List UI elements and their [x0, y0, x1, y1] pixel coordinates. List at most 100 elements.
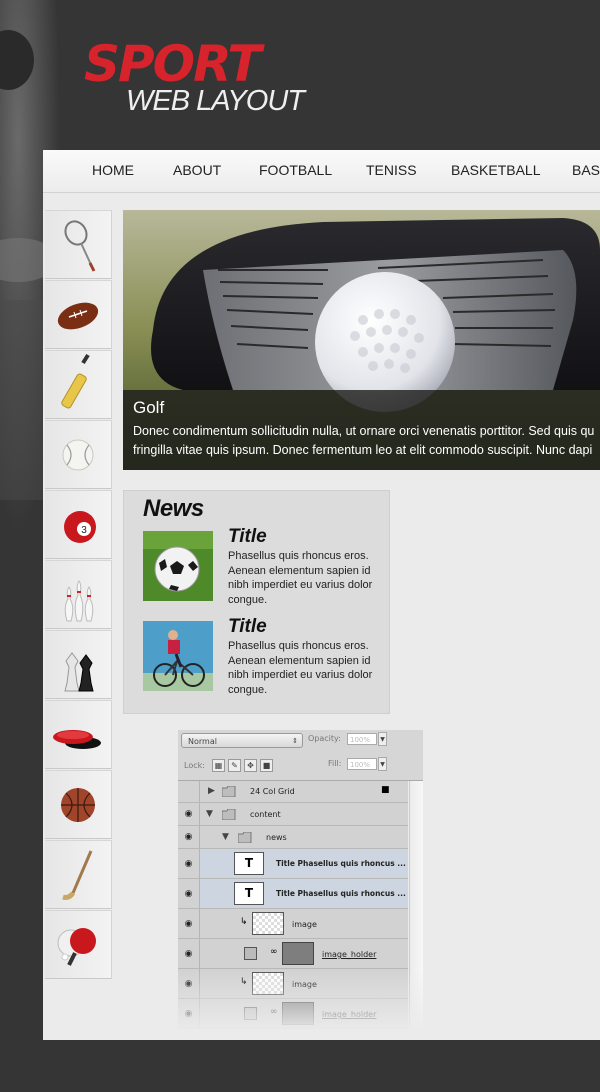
layer-name: image_holder [322, 950, 377, 959]
folder-icon [238, 832, 252, 843]
layer-row[interactable]: ▶ 24 Col Grid ■ [178, 781, 408, 803]
badminton-racket-icon [64, 220, 96, 272]
baseball-icon [62, 439, 94, 471]
layer-name: content [250, 810, 281, 819]
layer-name: news [266, 833, 287, 842]
folder-icon [222, 809, 236, 820]
svg-text:3: 3 [81, 525, 87, 536]
american-football-icon [57, 302, 99, 330]
fill-label: Fill: [328, 759, 342, 768]
fill-dropdown-icon[interactable]: ▼ [378, 757, 387, 771]
lock-all-icon[interactable]: ■ [260, 759, 273, 772]
billiard-ball-icon: 3 [64, 511, 96, 543]
eye-icon[interactable]: ◉ [178, 803, 200, 825]
layers-panel: Normal ⇕ Opacity: 100% ▼ Lock: ▦ ✎ ✥ ■ F… [178, 730, 423, 1030]
sport-ping-pong[interactable] [45, 910, 112, 979]
layer-row[interactable]: ◉ ↳ image [178, 909, 408, 939]
lock-icon: ■ [381, 785, 390, 795]
hero-description-line-1: Donec condimentum sollicitudin nulla, ut… [133, 424, 595, 438]
opacity-label: Opacity: [308, 734, 341, 743]
layer-row[interactable]: ◉ ▼ content [178, 803, 408, 826]
visibility-toggle-off[interactable] [178, 781, 200, 802]
folder-icon [222, 786, 236, 797]
news-heading: News [143, 495, 204, 522]
eye-icon[interactable]: ◉ [178, 826, 200, 848]
layer-thumbnail [252, 912, 284, 935]
select-arrows-icon: ⇕ [292, 737, 298, 745]
sport-basketball[interactable] [45, 770, 112, 839]
layer-color-swatch [244, 947, 257, 960]
layer-name: Title Phasellus quis rhoncus ... [276, 889, 406, 898]
hero-title: Golf [133, 398, 165, 417]
frisbee-icon [53, 730, 101, 749]
cyclist-image [143, 621, 213, 691]
news-thumbnail-soccer[interactable] [143, 531, 213, 601]
layer-row[interactable]: ◉ T Title Phasellus quis rhoncus ... [178, 879, 408, 909]
nav-bask[interactable]: BASK [572, 162, 600, 178]
sport-hockey[interactable] [45, 840, 112, 909]
logo-title: SPORT [84, 35, 262, 93]
lock-transparency-icon[interactable]: ▦ [212, 759, 225, 772]
chess-pieces-icon [64, 652, 94, 692]
layers-panel-toolbar: Normal ⇕ Opacity: 100% ▼ Lock: ▦ ✎ ✥ ■ F… [178, 730, 423, 781]
news-item-text: Phasellus quis rhoncus eros. Aenean elem… [228, 550, 373, 606]
link-icon: ∞ [270, 947, 278, 957]
opacity-field[interactable]: 100% [347, 733, 377, 745]
news-item[interactable]: Title Phasellus quis rhoncus eros. Aenea… [143, 616, 383, 696]
nav-teniss[interactable]: TENISS [366, 162, 417, 178]
hero-description-line-2: fringilla vitae quis ipsum. Donec fermen… [133, 443, 593, 457]
lock-pixels-icon[interactable]: ✎ [228, 759, 241, 772]
fill-field[interactable]: 100% [347, 758, 377, 770]
cricket-bat-icon [61, 353, 90, 409]
nav-basketball[interactable]: BASKETBALL [451, 162, 541, 178]
soccer-ball-image [143, 531, 213, 601]
layer-name: 24 Col Grid [250, 787, 295, 796]
lock-label: Lock: [184, 761, 205, 770]
eye-icon[interactable]: ◉ [178, 849, 200, 878]
site-logo[interactable]: SPORT WEB LAYOUT [84, 36, 344, 126]
logo-subtitle: WEB LAYOUT [126, 85, 305, 117]
text-layer-icon: T [234, 852, 264, 875]
nav-home[interactable]: HOME [92, 162, 134, 178]
blend-mode-value: Normal [188, 737, 217, 746]
layer-name: Title Phasellus quis rhoncus ... [276, 859, 406, 868]
hero-slider[interactable]: Golf Donec condimentum sollicitudin null… [123, 210, 600, 470]
sport-baseball[interactable] [45, 420, 112, 489]
sport-chess[interactable] [45, 630, 112, 699]
nav-football[interactable]: FOOTBALL [259, 162, 332, 178]
text-layer-icon: T [234, 882, 264, 905]
hero-description: Donec condimentum sollicitudin nulla, ut… [133, 422, 600, 460]
clipping-arrow-icon: ↳ [240, 917, 248, 927]
bowling-pins-icon [64, 580, 94, 622]
sport-american-football[interactable] [45, 280, 112, 349]
sport-frisbee[interactable] [45, 700, 112, 769]
blend-mode-select[interactable]: Normal ⇕ [181, 733, 303, 748]
news-item-title[interactable]: Title [228, 526, 267, 548]
layer-row[interactable]: ◉ ▼ news [178, 826, 408, 849]
sport-badminton[interactable] [45, 210, 112, 279]
lock-position-icon[interactable]: ✥ [244, 759, 257, 772]
expand-arrow-icon[interactable]: ▶ [208, 786, 215, 796]
sport-bowling[interactable] [45, 560, 112, 629]
opacity-dropdown-icon[interactable]: ▼ [378, 732, 387, 746]
news-item[interactable]: Title Phasellus quis rhoncus eros. Aenea… [143, 526, 383, 606]
collapse-arrow-icon[interactable]: ▼ [222, 832, 229, 842]
panel-fade-overlay [178, 970, 423, 1030]
news-box: News Title Phasellus quis rhoncus eros. … [123, 490, 390, 714]
hero-caption: Golf Donec condimentum sollicitudin null… [123, 390, 600, 470]
eye-icon[interactable]: ◉ [178, 909, 200, 938]
news-item-title[interactable]: Title [228, 616, 267, 638]
news-thumbnail-cyclist[interactable] [143, 621, 213, 691]
layer-name: image [292, 920, 317, 929]
sport-billiards[interactable]: 3 [45, 490, 112, 559]
sport-cricket[interactable] [45, 350, 112, 419]
eye-icon[interactable]: ◉ [178, 939, 200, 968]
hockey-stick-icon [62, 850, 93, 900]
eye-icon[interactable]: ◉ [178, 879, 200, 908]
layer-row[interactable]: ◉ ∞ image_holder [178, 939, 408, 969]
nav-about[interactable]: ABOUT [173, 162, 221, 178]
collapse-arrow-icon[interactable]: ▼ [206, 809, 213, 819]
news-item-text: Phasellus quis rhoncus eros. Aenean elem… [228, 640, 373, 696]
ping-pong-icon [57, 928, 96, 966]
layer-row[interactable]: ◉ T Title Phasellus quis rhoncus ... [178, 849, 408, 879]
